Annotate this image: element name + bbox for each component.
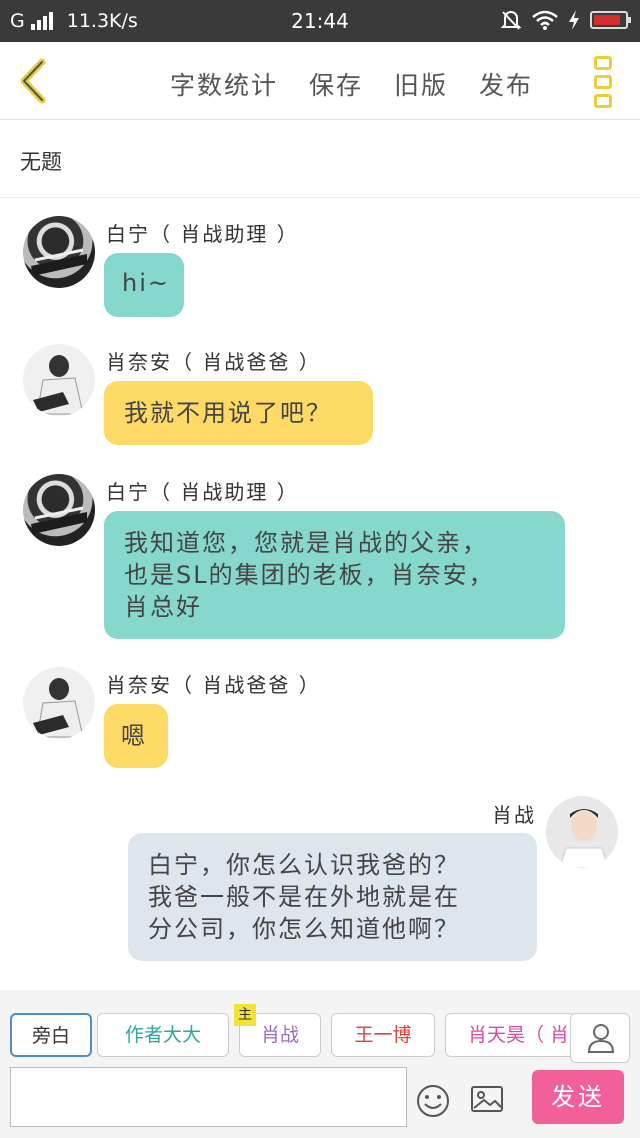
battery-icon — [590, 11, 631, 29]
more-menu-icon[interactable] — [594, 56, 614, 108]
sender-name: 肖奈安（ 肖战爸爸 ） — [106, 673, 321, 697]
avatar[interactable] — [23, 667, 95, 739]
story-title: 无题 — [20, 150, 62, 174]
message-text-line: 也是SL的集团的老板，肖奈安， — [124, 561, 495, 589]
avatar[interactable] — [23, 216, 95, 288]
image-icon[interactable] — [470, 1084, 504, 1114]
message-text-line: 白宁，你怎么认识我爸的？ — [148, 851, 460, 879]
word-count-button[interactable]: 字数统计 — [170, 66, 278, 102]
story-title-bar[interactable]: 无题 — [0, 121, 640, 198]
save-button[interactable]: 保存 — [309, 66, 363, 102]
sender-name: 肖战 — [492, 803, 536, 827]
message-text: 嗯 — [121, 722, 147, 750]
publish-button[interactable]: 发布 — [479, 66, 533, 102]
user-icon — [587, 1024, 615, 1053]
avatar[interactable] — [23, 344, 95, 416]
send-button[interactable]: 发送 — [532, 1070, 624, 1124]
message-bubble[interactable]: 嗯 — [104, 704, 168, 768]
charging-icon — [569, 10, 579, 30]
message-text-line: 我爸一般不是在外地就是在 — [148, 883, 460, 911]
message-text-line: 分公司，你怎么知道他啊？ — [148, 915, 460, 943]
mute-bell-icon — [500, 11, 522, 30]
role-author[interactable]: 作者大大 — [97, 1013, 229, 1057]
add-role-button[interactable] — [570, 1013, 630, 1063]
message-text-line: 肖总好 — [124, 593, 202, 621]
message-bubble[interactable]: hi~ — [104, 253, 184, 317]
role-narrator[interactable]: 旁白 — [10, 1013, 92, 1057]
emoji-icon[interactable] — [416, 1084, 450, 1118]
avatar[interactable] — [23, 474, 95, 546]
role-wang-yibo[interactable]: 王一博 — [331, 1013, 435, 1057]
sender-name: 白宁（ 肖战助理 ） — [106, 222, 299, 246]
message-text: 我就不用说了吧？ — [124, 399, 332, 427]
host-badge: 主 — [234, 1004, 256, 1026]
toolbar-actions: 字数统计 保存 旧版 发布 — [170, 66, 564, 102]
message-input[interactable] — [10, 1067, 407, 1127]
message-bubble[interactable]: 我知道您，您就是肖战的父亲， 也是SL的集团的老板，肖奈安， 肖总好 — [104, 511, 565, 639]
back-arrow-icon[interactable] — [14, 56, 54, 106]
message-text-line: 我知道您，您就是肖战的父亲， — [124, 529, 488, 557]
message-text: hi~ — [122, 269, 170, 297]
message-bubble[interactable]: 我就不用说了吧？ — [104, 381, 373, 445]
wifi-icon — [532, 10, 558, 30]
role-xiao-tianhao[interactable]: 肖天昊（ 肖 — [445, 1013, 575, 1057]
message-bubble[interactable]: 白宁，你怎么认识我爸的？ 我爸一般不是在外地就是在 分公司，你怎么知道他啊？ — [128, 833, 537, 961]
composer-panel: 旁白 作者大大 肖战 主 王一博 肖天昊（ 肖 发送 — [0, 990, 640, 1138]
avatar[interactable] — [546, 796, 618, 868]
old-version-button[interactable]: 旧版 — [394, 66, 448, 102]
status-right — [500, 9, 631, 31]
sender-name: 肖奈安（ 肖战爸爸 ） — [106, 350, 321, 374]
status-bar: G 11.3K/s 21:44 — [0, 0, 640, 42]
sender-name: 白宁（ 肖战助理 ） — [106, 480, 299, 504]
editor-toolbar: 字数统计 保存 旧版 发布 — [0, 42, 640, 120]
